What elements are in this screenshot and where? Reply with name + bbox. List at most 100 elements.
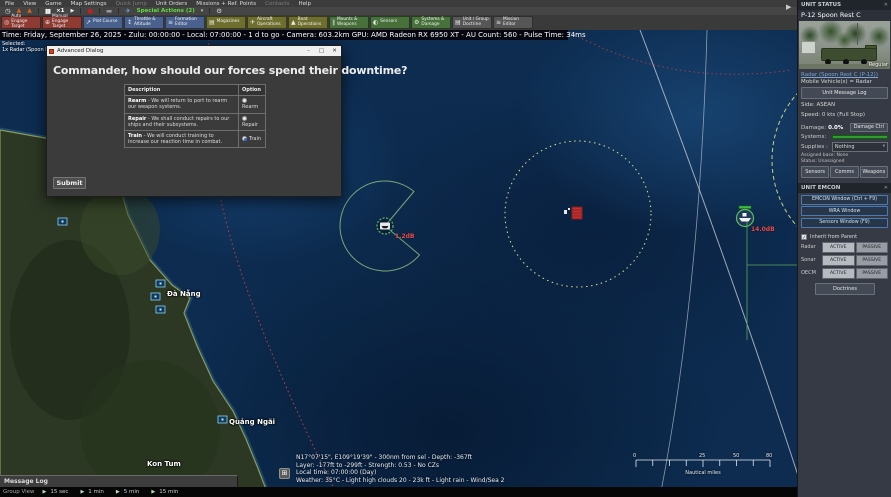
table-row-train: Train - We will conduct training to incr… [125,131,266,148]
sensors-tab-button[interactable]: Sensors [801,166,829,178]
menu-game[interactable]: Game [45,1,61,7]
wra-window-button[interactable]: WRA Window [801,206,888,216]
comms-tab-button[interactable]: Comms [830,166,858,178]
repair-radio[interactable] [242,116,247,121]
scale-bar-caption: Nautical miles [628,470,778,476]
radar-passive-button[interactable]: PASSIVE [856,242,889,253]
time-step-bar: Group View ▶ 15 sec ▶ 1 min ▶ 5 min ▶ 15… [0,487,797,497]
course-icon: ↗ [86,19,91,26]
radar-active-button[interactable]: ACTIVE [822,242,855,253]
hostile-contact-icon[interactable] [564,207,582,219]
oecm-label: OECM [801,270,821,276]
menu-map-settings[interactable]: Map Settings [71,1,107,7]
unit-message-log-button[interactable]: Unit Message Log [801,87,888,99]
time-step-15min[interactable]: 15 min [159,489,178,495]
maximize-button[interactable]: □ [315,46,328,56]
mounts-weapons-button[interactable]: ∥Mounts & Weapons [329,16,369,29]
magazines-button[interactable]: ▤Magazines [206,16,246,29]
sidebar-collapse-arrow-icon[interactable]: ▶ [786,3,791,11]
supplies-dropdown[interactable]: Nothing ▾ [832,142,888,152]
systems-health-bar [832,135,888,139]
sensors-button[interactable]: ◐Sensors [370,16,410,29]
time-step-1min[interactable]: 1 min [88,489,104,495]
systems-damage-button[interactable]: ⚙Systems & Damage [411,16,451,29]
play-icon: ▶ [116,489,120,495]
button-label: Throttle & Altitude [134,18,161,28]
speed-line: Speed: 0 kts (Full Stop) [798,108,891,118]
inherit-from-parent-label: Inherit from Parent [810,234,857,240]
rearm-radio[interactable] [242,98,247,103]
unit-type-line: Mobile Vehicle(s) = Radar [798,78,891,85]
plot-course-button[interactable]: ↗Plot Course [83,16,123,29]
train-radio[interactable] [242,136,247,141]
pause-icon[interactable]: ▮▮ [45,7,50,15]
printer-icon[interactable]: ▬ [106,7,112,15]
close-button[interactable]: ✕ [328,46,341,56]
flame-icon[interactable]: ▲ [27,7,32,15]
status-weather-line: Weather: 35°C - Light high clouds 20 - 2… [296,477,505,485]
menu-help[interactable]: Help [298,1,311,7]
database-viewer-icon[interactable]: ⊞ [279,468,290,479]
record-icon[interactable]: ● [87,7,93,15]
mission-icon: ≡ [496,19,501,26]
aircraft-icon[interactable]: ✈ [125,7,130,15]
sensors-window-button[interactable]: Sensors Window (F9) [801,218,888,228]
selected-contact-icon[interactable] [737,206,754,227]
inherit-from-parent-checkbox[interactable]: ✓ [801,234,807,240]
manual-engage-target-button[interactable]: ⊕Manual Engage Target [42,16,82,29]
damage-ctrl-button[interactable]: Damage Ctrl [850,123,888,132]
group-view-label[interactable]: Group View [3,489,35,495]
gear-icon[interactable]: ⚙ [216,7,222,15]
clock-icon[interactable]: ◷ [5,7,11,15]
unit-emcon-title: UNIT EMCON [801,185,840,191]
photo-tower [857,23,858,45]
submit-button[interactable]: Submit [53,177,86,189]
doctrine-icon: ▤ [455,19,461,26]
table-row-rearm: Rearm - We will return to port to rearm … [125,96,266,114]
oecm-passive-button[interactable]: PASSIVE [856,268,889,279]
sonar-active-button[interactable]: ACTIVE [822,255,855,266]
boat-operations-button[interactable]: ▲Boat Operations [288,16,328,29]
close-icon[interactable]: ✕ [884,2,888,8]
supplies-value: Nothing [835,144,855,150]
close-icon[interactable]: ✕ [884,185,888,191]
special-actions-button[interactable]: Special Actions (2) [137,7,195,15]
damage-label: Damage: [801,125,826,131]
menu-contacts: Contacts [265,1,289,7]
sonar-passive-button[interactable]: PASSIVE [856,255,889,266]
unit-status-title: UNIT STATUS [801,2,841,8]
formation-editor-button[interactable]: ≡Formation Editor [165,16,205,29]
dialog-title-bar[interactable]: Advanced Dialog – □ ✕ [47,46,341,56]
message-log-bar[interactable]: Message Log [0,475,238,487]
doctrines-button[interactable]: Doctrines [815,283,875,295]
menu-bar: File View Game Map Settings Quick Jump U… [0,0,797,7]
mission-editor-button[interactable]: ≡Mission Editor [493,16,533,29]
oecm-active-button[interactable]: ACTIVE [822,268,855,279]
aircraft-icon: ✈ [250,19,255,26]
aircraft-operations-button[interactable]: ✈Aircraft Operations [247,16,287,29]
play-icon[interactable]: ▶ [71,7,75,15]
downtime-options-table: Description Option Rearm - We will retur… [124,84,266,148]
gear-icon: ⚙ [414,19,419,26]
chevron-down-icon[interactable]: ▾ [201,7,204,15]
divider [80,8,81,14]
terrain-shading [80,185,160,275]
geo-label-kon-tum: Kon Tum [147,460,181,468]
unit-emcon-header: UNIT EMCON ✕ [798,183,891,193]
time-step-15sec[interactable]: 15 sec [50,489,68,495]
scale-tick-label: 25 [699,453,705,459]
unit-name: P-12 Spoon Rest C [798,10,891,21]
throttle-altitude-button[interactable]: ↕Throttle & Altitude [124,16,164,29]
menu-missions-ref-points[interactable]: Missions + Ref. Points [196,1,256,7]
weapons-tab-button[interactable]: Weapons [860,166,888,178]
menu-view[interactable]: View [23,1,36,7]
menu-file[interactable]: File [5,1,14,7]
time-step-5min[interactable]: 5 min [124,489,140,495]
menu-unit-orders[interactable]: Unit Orders [156,1,187,7]
unit-class-link[interactable]: Radar (Spoon Rest C (P-12)) [798,69,891,78]
unit-group-doctrine-button[interactable]: ▤Unit / Group Doctrine [452,16,492,29]
emcon-window-button[interactable]: EMCON Window (Ctrl + F9) [801,195,888,205]
friendly-contact-icon[interactable] [377,218,393,234]
minimize-button[interactable]: – [302,46,315,56]
auto-engage-target-button[interactable]: ◎Auto Engage Target [1,16,41,29]
